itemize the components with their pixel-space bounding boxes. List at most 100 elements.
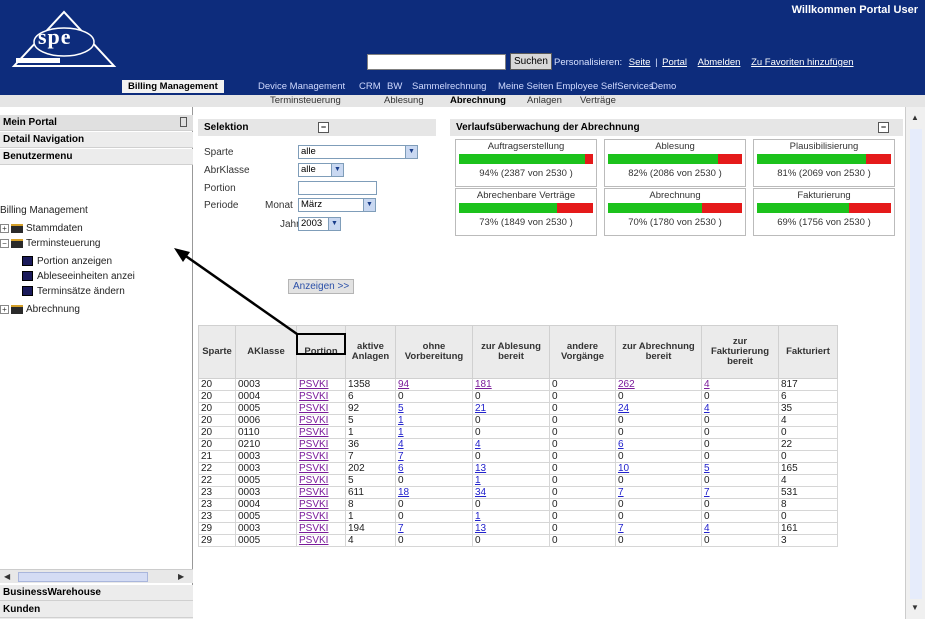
drilldown-link[interactable]: 21 [475, 403, 486, 414]
tab-demo[interactable]: Demo [651, 81, 676, 92]
expand-icon[interactable]: + [0, 223, 9, 233]
header-mein-portal[interactable]: Mein Portal [0, 115, 193, 131]
drilldown-link[interactable]: 5 [398, 403, 404, 414]
portion-link[interactable]: PSVKI [299, 535, 328, 546]
drilldown-link[interactable]: 13 [475, 463, 486, 474]
chevron-down-icon[interactable]: ▼ [405, 146, 417, 158]
link-abmelden[interactable]: Abmelden [698, 57, 741, 68]
portion-link[interactable]: PSVKI [299, 379, 328, 390]
subtab-anlagen[interactable]: Anlagen [527, 95, 562, 106]
table-cell-portion: PSVKI [296, 510, 346, 523]
portion-link[interactable]: PSVKI [299, 511, 328, 522]
vertical-scrollbar[interactable]: ▲ ▼ [905, 107, 925, 619]
drilldown-link[interactable]: 94 [398, 379, 409, 390]
collapse-panel-icon[interactable]: − [878, 122, 889, 133]
tab-meine-seiten[interactable]: Meine Seiten [498, 81, 553, 92]
header-businesswarehouse[interactable]: BusinessWarehouse [0, 585, 193, 601]
sparte-select[interactable]: alle ▼ [298, 145, 418, 159]
monat-select[interactable]: März ▼ [298, 198, 376, 212]
drilldown-link[interactable]: 7 [618, 487, 624, 498]
portion-input[interactable] [298, 181, 377, 195]
chevron-down-icon[interactable]: ▼ [328, 218, 340, 230]
link-seite[interactable]: Seite [629, 57, 651, 68]
scroll-up-icon[interactable]: ▲ [911, 113, 919, 122]
scroll-track[interactable] [910, 129, 922, 599]
portion-link[interactable]: PSVKI [299, 451, 328, 462]
drilldown-link[interactable]: 1 [475, 511, 481, 522]
tab-bw[interactable]: BW [387, 81, 402, 92]
scroll-down-icon[interactable]: ▼ [911, 603, 919, 612]
tree-node-abrechnung[interactable]: + Abrechnung [0, 304, 80, 315]
tab-sammelrechnung[interactable]: Sammelrechnung [412, 81, 486, 92]
header-kunden[interactable]: Kunden [0, 602, 193, 618]
drilldown-link[interactable]: 4 [704, 379, 710, 390]
drilldown-link[interactable]: 4 [398, 439, 404, 450]
drilldown-link[interactable]: 7 [618, 523, 624, 534]
portion-link[interactable]: PSVKI [299, 391, 328, 402]
tree-node-terminsteuerung[interactable]: − Terminsteuerung [0, 238, 100, 249]
link-favoriten[interactable]: Zu Favoriten hinzufügen [751, 57, 853, 68]
subtab-ablesung[interactable]: Ablesung [384, 95, 424, 106]
portion-link[interactable]: PSVKI [299, 427, 328, 438]
tree-node-label: Portion anzeigen [37, 256, 113, 267]
subtab-terminsteuerung[interactable]: Terminsteuerung [270, 95, 341, 106]
tree-node-terminsaetze[interactable]: Terminsätze ändern [22, 286, 125, 297]
tab-billing-management[interactable]: Billing Management [122, 80, 224, 93]
tree-node-ableseeinheiten[interactable]: Ableseeinheiten anzei [22, 271, 135, 282]
drilldown-link[interactable]: 4 [475, 439, 481, 450]
portion-label: Portion [204, 183, 236, 194]
drilldown-link[interactable]: 4 [704, 403, 710, 414]
subtab-abrechnung[interactable]: Abrechnung [450, 95, 506, 106]
drilldown-link[interactable]: 181 [475, 379, 492, 390]
drilldown-link[interactable]: 6 [398, 463, 404, 474]
scroll-thumb[interactable] [18, 572, 148, 582]
portion-link[interactable]: PSVKI [299, 415, 328, 426]
chevron-down-icon[interactable]: ▼ [331, 164, 343, 176]
anzeigen-button[interactable]: Anzeigen >> [288, 279, 355, 294]
drilldown-link[interactable]: 7 [704, 487, 710, 498]
drilldown-link[interactable]: 24 [618, 403, 629, 414]
drilldown-link[interactable]: 13 [475, 523, 486, 534]
expand-icon[interactable]: + [0, 304, 9, 314]
horizontal-scrollbar[interactable]: ◀ ▶ [0, 569, 193, 583]
portion-link[interactable]: PSVKI [299, 439, 328, 450]
drilldown-link[interactable]: 6 [618, 439, 624, 450]
selection-panel-header: Selektion − [198, 119, 436, 136]
tab-crm[interactable]: CRM [359, 81, 381, 92]
tab-device-management[interactable]: Device Management [258, 81, 345, 92]
portion-link[interactable]: PSVKI [299, 499, 328, 510]
abrklasse-select[interactable]: alle ▼ [298, 163, 344, 177]
drilldown-link[interactable]: 1 [475, 475, 481, 486]
collapse-icon[interactable]: − [0, 238, 9, 248]
chevron-down-icon[interactable]: ▼ [363, 199, 375, 211]
portion-link[interactable]: PSVKI [299, 487, 328, 498]
portion-link[interactable]: PSVKI [299, 523, 328, 534]
drilldown-link[interactable]: 7 [398, 523, 404, 534]
jahr-select[interactable]: 2003 ▼ [298, 217, 341, 231]
drilldown-link[interactable]: 34 [475, 487, 486, 498]
tree-node-portion-anzeigen[interactable]: Portion anzeigen [22, 256, 112, 267]
portion-link[interactable]: PSVKI [299, 463, 328, 474]
drilldown-link[interactable]: 5 [704, 463, 710, 474]
tree-node-stammdaten[interactable]: + Stammdaten [0, 223, 83, 234]
drilldown-link[interactable]: 7 [398, 451, 404, 462]
search-button[interactable]: Suchen [510, 53, 552, 70]
subtab-vertraege[interactable]: Verträge [580, 95, 616, 106]
link-portal[interactable]: Portal [662, 57, 687, 68]
header-detail-navigation[interactable]: Detail Navigation [0, 132, 193, 148]
scroll-right-icon[interactable]: ▶ [178, 572, 184, 581]
drilldown-link[interactable]: 1 [398, 415, 404, 426]
spe-logo[interactable]: spe [10, 8, 118, 70]
portion-link[interactable]: PSVKI [299, 403, 328, 414]
scroll-left-icon[interactable]: ◀ [4, 572, 10, 581]
drilldown-link[interactable]: 1 [398, 427, 404, 438]
drilldown-link[interactable]: 18 [398, 487, 409, 498]
tab-employee-selfservices[interactable]: Employee SelfServices [556, 81, 654, 92]
drilldown-link[interactable]: 262 [618, 379, 635, 390]
drilldown-link[interactable]: 4 [704, 523, 710, 534]
portion-link[interactable]: PSVKI [299, 475, 328, 486]
collapse-panel-icon[interactable]: − [318, 122, 329, 133]
drilldown-link[interactable]: 10 [618, 463, 629, 474]
pin-icon[interactable] [180, 117, 187, 127]
search-input[interactable] [367, 54, 506, 70]
